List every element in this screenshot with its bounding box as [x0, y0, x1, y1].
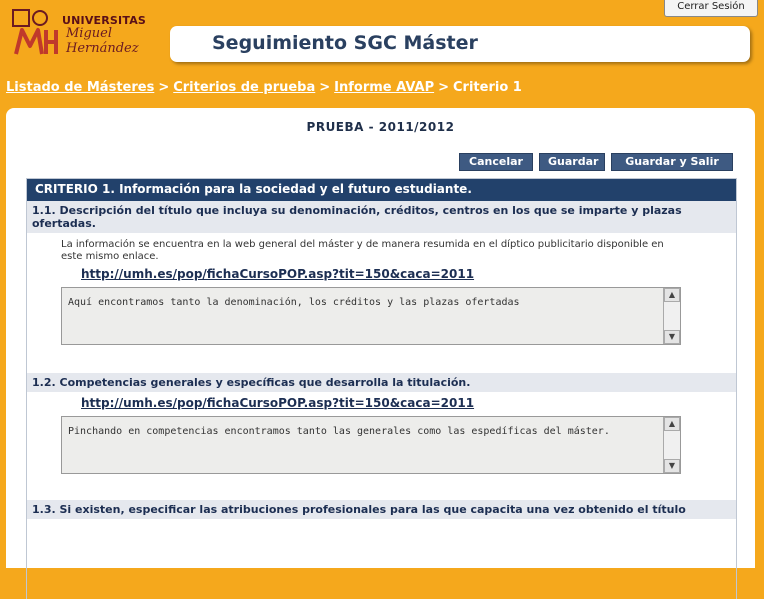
logo-line-2: Miguel: [66, 26, 113, 41]
scroll-up-icon[interactable]: ▲: [664, 288, 680, 302]
umh-logo-icon: [12, 9, 58, 55]
breadcrumb-separator: >: [158, 80, 170, 95]
response-text: Aquí encontramos tanto la denominación, …: [68, 297, 520, 308]
logout-button[interactable]: Cerrar Sesión: [664, 0, 758, 17]
breadcrumb-separator: >: [438, 80, 450, 95]
textarea-scrollbar[interactable]: ▲ ▼: [663, 288, 680, 344]
subcriterion-link[interactable]: http://umh.es/pop/fichaCursoPOP.asp?tit=…: [81, 396, 736, 410]
subcriterion-title: 1.2. Competencias generales y específica…: [27, 373, 736, 392]
scroll-up-icon[interactable]: ▲: [664, 417, 680, 431]
subcriterion-title: 1.1. Descripción del título que incluya …: [27, 201, 736, 233]
university-logo: UNIVERSITAS Miguel Hernández: [10, 4, 146, 62]
action-buttons: Cancelar Guardar Guardar y Salir: [459, 153, 733, 171]
logo-line-3: Hernández: [66, 41, 139, 56]
criterion-section: CRITERIO 1. Información para la sociedad…: [26, 178, 737, 599]
scroll-down-icon[interactable]: ▼: [664, 330, 680, 344]
save-button[interactable]: Guardar: [539, 153, 605, 171]
response-text: Pinchando en competencias encontramos ta…: [68, 426, 610, 437]
criterion-title: CRITERIO 1. Información para la sociedad…: [27, 179, 736, 201]
app-title: Seguimiento SGC Máster: [212, 32, 478, 54]
response-textarea[interactable]: Aquí encontramos tanto la denominación, …: [61, 287, 681, 345]
textarea-scrollbar[interactable]: ▲ ▼: [663, 417, 680, 473]
breadcrumb-report-link[interactable]: Informe AVAP: [334, 80, 434, 95]
subcriterion-link[interactable]: http://umh.es/pop/fichaCursoPOP.asp?tit=…: [81, 267, 736, 281]
breadcrumb-current: Criterio 1: [453, 80, 522, 95]
breadcrumb-criteria-link[interactable]: Criterios de prueba: [173, 80, 315, 95]
year-title: PRUEBA - 2011/2012: [306, 120, 455, 134]
main-panel: PRUEBA - 2011/2012 Cancelar Guardar Guar…: [6, 108, 755, 599]
breadcrumb: Listado de Másteres > Criterios de prueba >…: [6, 80, 522, 95]
subcriterion-info: La información se encuentra en la web ge…: [61, 239, 664, 262]
subcriterion-title: 1.3. Si existen, especificar las atribuc…: [27, 500, 736, 519]
breadcrumb-masters-link[interactable]: Listado de Másteres: [6, 80, 154, 95]
save-and-exit-button[interactable]: Guardar y Salir: [611, 153, 733, 171]
scroll-down-icon[interactable]: ▼: [664, 459, 680, 473]
response-textarea[interactable]: Pinchando en competencias encontramos ta…: [61, 416, 681, 474]
cancel-button[interactable]: Cancelar: [459, 153, 533, 171]
title-banner: Seguimiento SGC Máster: [170, 26, 750, 62]
breadcrumb-separator: >: [319, 80, 331, 95]
